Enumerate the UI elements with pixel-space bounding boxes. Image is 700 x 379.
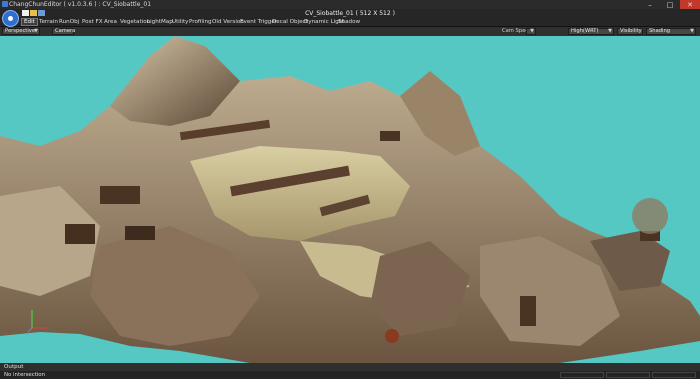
tab-edit[interactable]: Edit (21, 18, 38, 26)
tab-area[interactable]: Area (102, 18, 119, 26)
camera-label: Camera (55, 28, 76, 34)
visibility-label: Visibility (620, 28, 642, 34)
axis-gizmo (27, 310, 48, 333)
tab-runobj[interactable]: RunObj (57, 18, 81, 26)
status-message: No intersection (4, 372, 46, 378)
camera-button[interactable]: Camera (52, 28, 76, 35)
shading-dropdown[interactable]: Shading ▼ (646, 28, 696, 35)
terrain-render (0, 36, 700, 363)
shading-label: Shading (649, 28, 671, 34)
chevron-down-icon: ▼ (690, 28, 694, 34)
scene-viewport[interactable] (0, 36, 700, 363)
window-titlebar: ChangChunEditor ( v1.0.3.6 ) : CV_Siobat… (0, 0, 700, 9)
view-mode-dropdown[interactable]: Perspective ▼ (2, 28, 40, 35)
quality-value: High(WRT) (571, 28, 599, 34)
cam-speed-dropdown[interactable]: ▼ (526, 28, 536, 35)
quality-dropdown[interactable]: High(WRT) ▼ (568, 28, 614, 35)
maximize-button[interactable]: □ (660, 0, 680, 9)
tab-shadow[interactable]: Shadow (336, 18, 362, 26)
status-pane (652, 372, 696, 378)
output-panel-title: Output (4, 364, 24, 370)
minimize-button[interactable]: – (640, 0, 660, 9)
chevron-down-icon: ▼ (34, 28, 38, 34)
app-icon (2, 1, 8, 7)
visibility-dropdown[interactable]: Visibility (617, 28, 643, 35)
view-mode-value: Perspective (5, 28, 36, 34)
status-pane (560, 372, 604, 378)
chevron-down-icon: ▼ (608, 28, 612, 34)
document-title: CV_Siobattle_01 ( 512 X 512 ) (305, 10, 395, 17)
close-button[interactable]: ✕ (680, 0, 700, 9)
chevron-down-icon: ▼ (530, 28, 534, 34)
window-title: ChangChunEditor ( v1.0.3.6 ) : CV_Siobat… (9, 1, 152, 8)
tab-post-fx[interactable]: Post FX (80, 18, 105, 26)
status-pane (606, 372, 650, 378)
output-panel-header[interactable]: Output (0, 363, 700, 371)
